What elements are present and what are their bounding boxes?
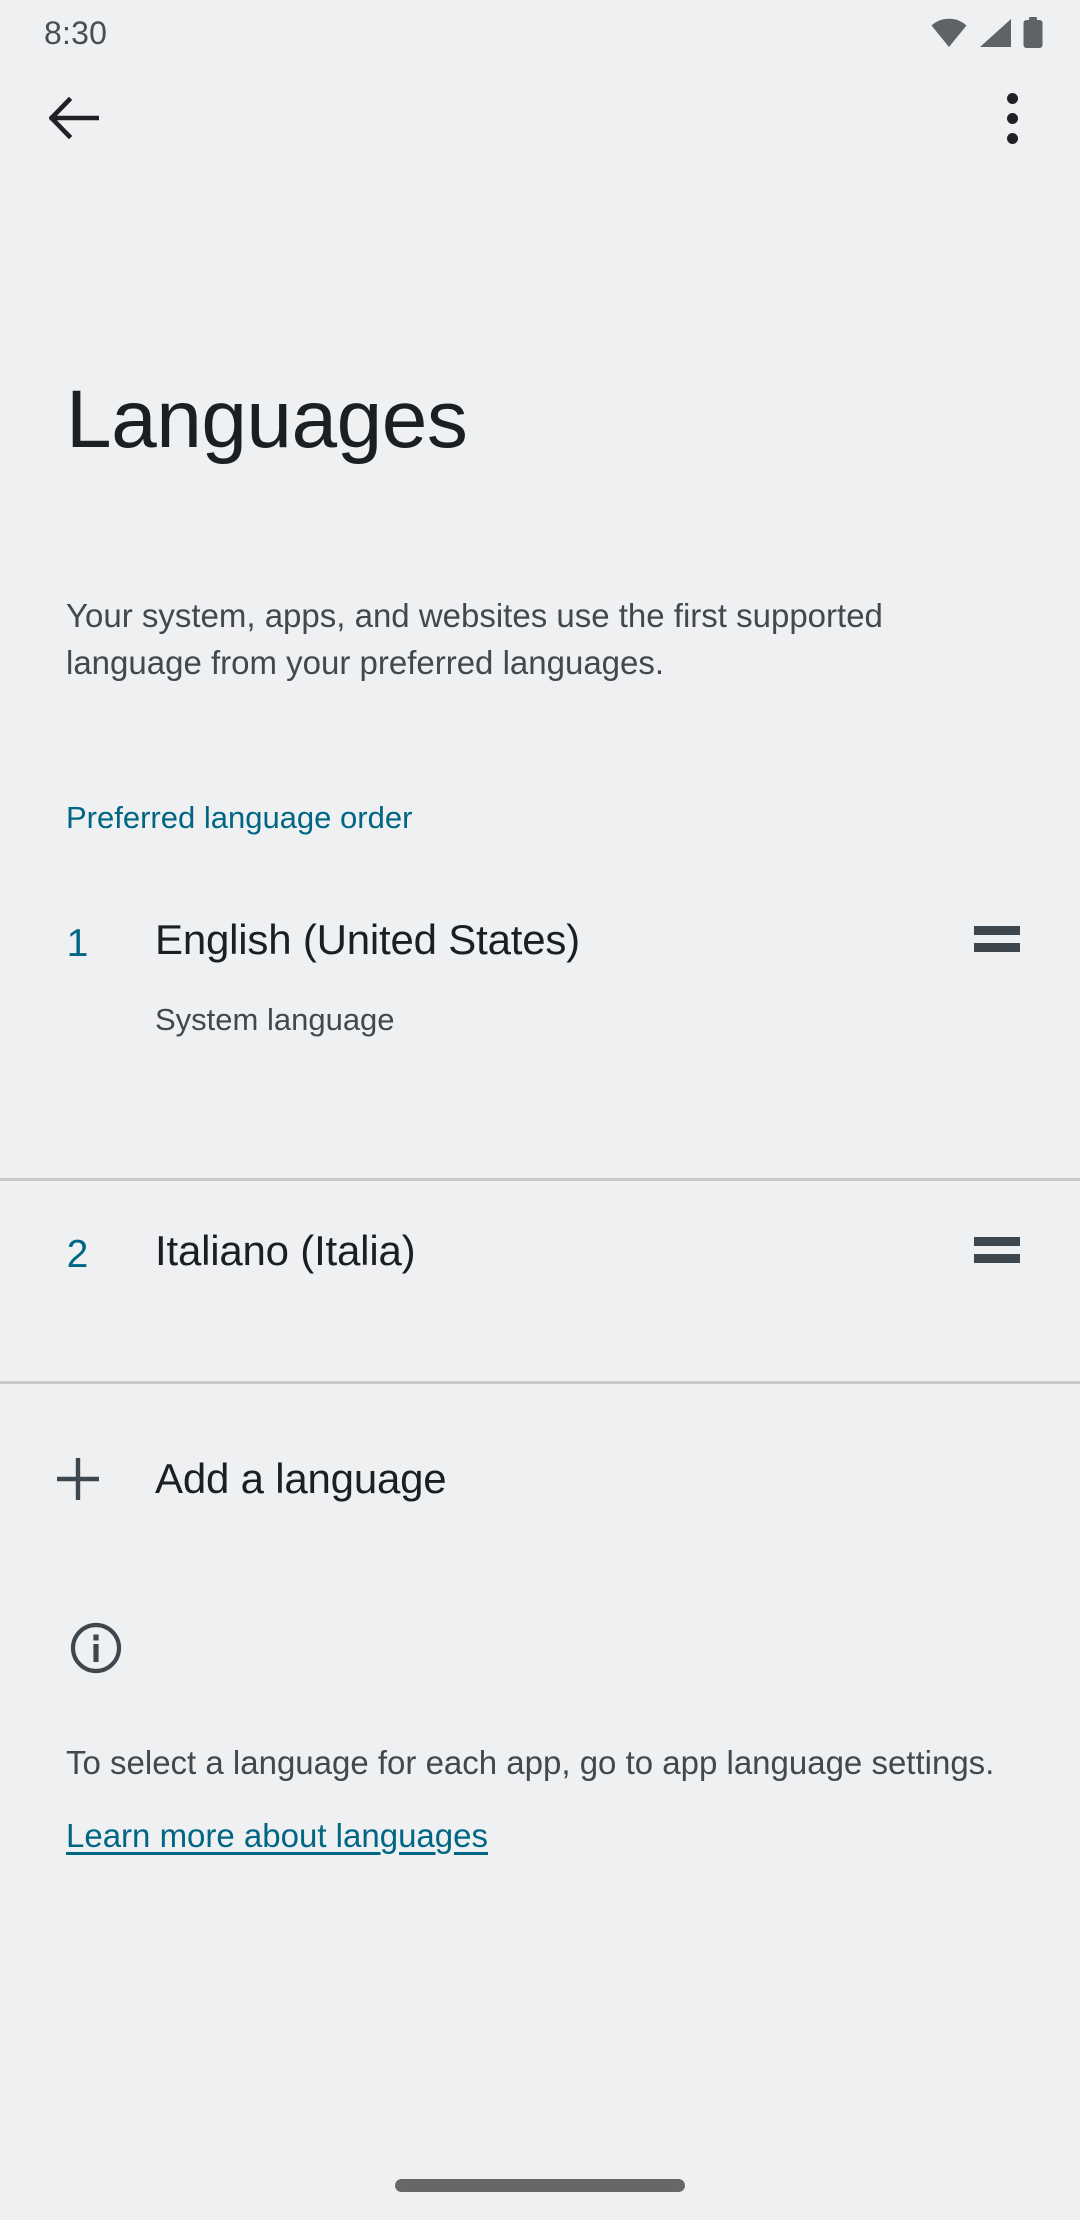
overflow-menu-icon-dot2 [1007, 113, 1018, 124]
table-row[interactable]: 2 Italiano (Italia) [0, 1181, 1080, 1381]
learn-more-link[interactable]: Learn more about languages [66, 1812, 488, 1859]
overflow-menu-icon-dot3 [1007, 133, 1018, 144]
language-row-body: Italiano (Italia) [155, 1225, 974, 1277]
battery-icon [1022, 17, 1044, 49]
footer-description: To select a language for each app, go to… [66, 1739, 1016, 1786]
language-name: English (United States) [155, 914, 974, 966]
drag-handle-bar-2 [974, 1254, 1020, 1263]
wifi-icon [930, 18, 968, 48]
overflow-menu-button[interactable] [972, 78, 1052, 158]
app-bar [0, 66, 1080, 170]
gesture-nav-pill[interactable] [395, 2179, 685, 2192]
list-divider [0, 1381, 1080, 1384]
table-row[interactable]: 1 English (United States) System languag… [0, 870, 1080, 1178]
drag-handle-bar-2 [974, 943, 1020, 952]
cell-signal-icon [978, 18, 1012, 48]
page-description: Your system, apps, and websites use the … [66, 592, 1022, 686]
language-name: Italiano (Italia) [155, 1225, 974, 1277]
back-button[interactable] [34, 78, 114, 158]
language-order-number: 2 [0, 1225, 155, 1279]
status-clock: 8:30 [44, 17, 107, 49]
back-arrow-icon [49, 97, 99, 139]
footer-info-block: To select a language for each app, go to… [0, 1620, 1080, 1859]
language-order-number: 1 [0, 914, 155, 968]
drag-handle-bar-1 [974, 926, 1020, 935]
drag-handle-icon[interactable] [974, 914, 1036, 952]
language-subtitle: System language [155, 1000, 974, 1040]
plus-icon [0, 1454, 155, 1504]
preferred-language-list: 1 English (United States) System languag… [0, 870, 1080, 1384]
status-bar: 8:30 [0, 0, 1080, 66]
language-row-body: English (United States) System language [155, 914, 974, 1040]
info-icon [68, 1620, 124, 1676]
drag-handle-bar-1 [974, 1237, 1020, 1246]
drag-handle-icon[interactable] [974, 1225, 1036, 1263]
add-language-label: Add a language [155, 1453, 446, 1505]
overflow-menu-icon [1007, 93, 1018, 104]
status-icon-group [930, 17, 1044, 49]
add-language-button[interactable]: Add a language [0, 1411, 1080, 1547]
section-header-preferred-order: Preferred language order [66, 798, 412, 838]
page-title: Languages [66, 372, 467, 468]
